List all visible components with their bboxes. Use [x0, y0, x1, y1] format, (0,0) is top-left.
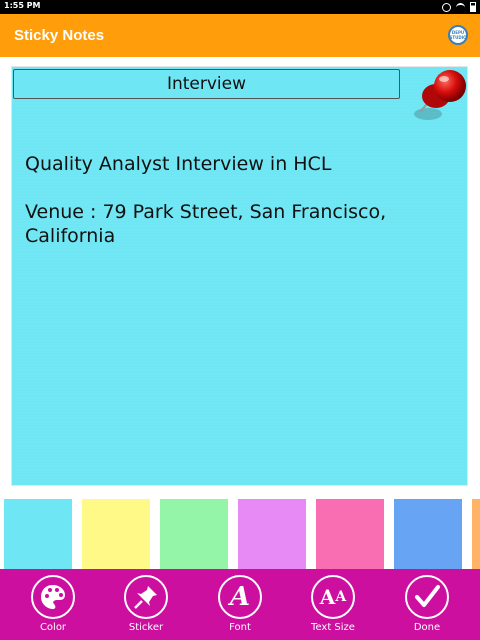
app-logo[interactable]: DEPU STUDIO [448, 25, 468, 45]
text-size-icon: AA [311, 575, 355, 619]
color-label: Color [39, 622, 67, 633]
color-swatch[interactable] [160, 499, 228, 569]
note-card[interactable]: Interview Quality Analyst Interview in H… [11, 66, 468, 486]
color-swatch[interactable] [4, 499, 72, 569]
app-bar: Sticky Notes DEPU STUDIO [0, 14, 480, 57]
wifi-icon [456, 2, 465, 12]
airplane-icon [442, 2, 451, 12]
note-body-line: Venue : 79 Park Street, San Francisco, C… [25, 201, 387, 247]
color-swatch[interactable] [238, 499, 306, 569]
app-title: Sticky Notes [14, 27, 105, 44]
done-label: Done [413, 622, 441, 633]
status-bar: 1:55 PM [0, 0, 480, 14]
text-size-button[interactable]: AA Text Size [298, 575, 368, 633]
color-button[interactable]: Color [18, 575, 88, 633]
pushpin-icon [414, 70, 466, 120]
battery-icon [470, 2, 476, 12]
font-button[interactable]: A Font [205, 575, 275, 633]
sticker-button[interactable]: Sticker [111, 575, 181, 633]
color-swatch[interactable] [316, 499, 384, 569]
note-body-field[interactable]: Quality Analyst Interview in HCL Venue :… [25, 152, 405, 272]
note-title-field[interactable]: Interview [13, 69, 400, 99]
bottom-toolbar: Color Sticker A Font AA Text Size Done [0, 569, 480, 640]
palette-icon [31, 575, 75, 619]
pin-sticker-icon [124, 575, 168, 619]
sticker-label: Sticker [128, 622, 164, 633]
font-script-icon: A [218, 575, 262, 619]
color-swatch[interactable] [394, 499, 462, 569]
color-swatches [0, 499, 480, 569]
status-icons [442, 2, 476, 12]
done-button[interactable]: Done [392, 575, 462, 633]
checkmark-icon [405, 575, 449, 619]
color-swatch[interactable] [472, 499, 480, 569]
note-body-line: Quality Analyst Interview in HCL [25, 153, 332, 175]
font-label: Font [229, 622, 251, 633]
text-size-label: Text Size [311, 622, 355, 633]
color-swatch[interactable] [82, 499, 150, 569]
status-time: 1:55 PM [4, 1, 41, 10]
